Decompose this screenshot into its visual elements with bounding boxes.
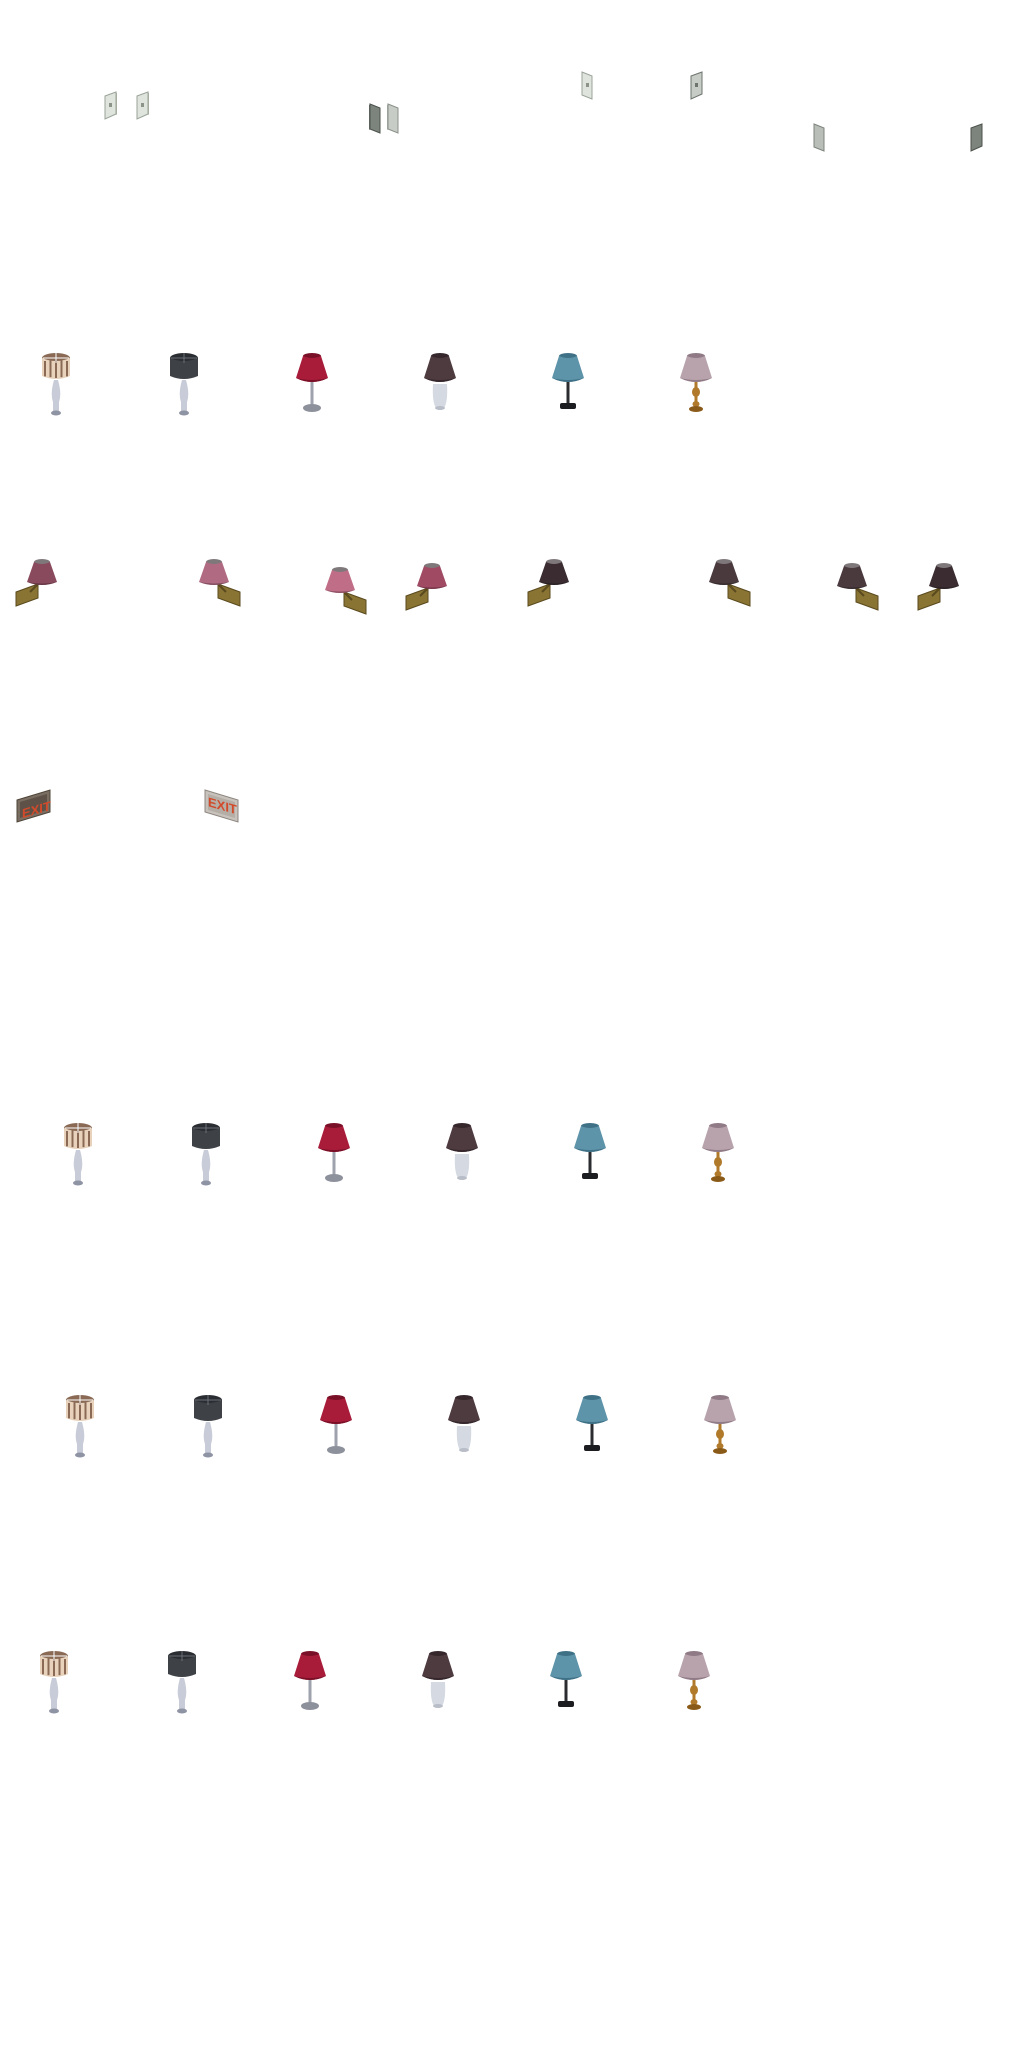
wall-sconce-sprite[interactable] [14,558,60,622]
table-lamp-sprite[interactable] [548,350,588,420]
table-lamp-icon [576,1395,608,1451]
light-switch-sprite[interactable] [386,103,400,134]
wall-sconce-sprite[interactable] [706,558,752,622]
exit-sign-sprite[interactable]: EXIT [204,789,240,826]
table-lamp-icon [318,1123,350,1182]
table-lamp-icon [194,1395,222,1458]
table-lamp-sprite[interactable] [676,350,716,420]
wall-sconce-icon [709,559,751,607]
table-lamp-sprite[interactable] [60,1392,100,1462]
table-lamp-sprite[interactable] [290,1648,330,1718]
table-lamp-sprite[interactable] [162,1648,202,1718]
table-lamp-icon [40,1651,68,1714]
wall-sconce-icon [15,559,57,607]
table-lamp-sprite[interactable] [58,1120,98,1190]
table-lamp-icon [320,1395,352,1454]
table-lamp-icon [66,1395,94,1458]
table-lamp-sprite[interactable] [572,1392,612,1462]
wall-sconce-icon [917,563,959,611]
table-lamp-sprite[interactable] [420,350,460,420]
table-lamp-sprite[interactable] [674,1648,714,1718]
light-switch-icon [104,91,117,120]
wall-sconce-sprite[interactable] [196,558,242,622]
table-lamp-icon [702,1123,734,1182]
table-lamp-icon [678,1651,710,1710]
light-switch-icon [369,103,381,134]
light-switch-sprite[interactable] [812,123,826,152]
wall-sconce-sprite[interactable] [916,562,962,626]
table-lamp-icon [424,353,456,410]
wall-sconce-sprite[interactable] [834,562,880,626]
table-lamp-icon [296,353,328,412]
table-lamp-icon [42,353,70,416]
wall-sconce-icon [325,567,367,615]
table-lamp-icon [168,1651,196,1714]
table-lamp-icon [64,1123,92,1186]
table-lamp-sprite[interactable] [570,1120,610,1190]
table-lamp-icon [680,353,712,412]
wall-sconce-icon [527,559,569,607]
exit-sign-icon: EXIT [204,789,239,823]
table-lamp-sprite[interactable] [444,1392,484,1462]
table-lamp-icon [704,1395,736,1454]
table-lamp-sprite[interactable] [442,1120,482,1190]
light-switch-sprite[interactable] [970,123,984,152]
light-switch-sprite[interactable] [136,91,150,120]
light-switch-icon [581,71,593,100]
wall-sconce-sprite[interactable] [322,566,368,630]
table-lamp-icon [192,1123,220,1186]
table-lamp-sprite[interactable] [292,350,332,420]
wall-sconce-icon [837,563,879,611]
light-switch-sprite[interactable] [580,71,594,100]
table-lamp-icon [446,1123,478,1180]
table-lamp-sprite[interactable] [546,1648,586,1718]
table-lamp-icon [552,353,584,409]
table-lamp-sprite[interactable] [34,1648,74,1718]
table-lamp-sprite[interactable] [418,1648,458,1718]
table-lamp-icon [550,1651,582,1707]
table-lamp-sprite[interactable] [164,350,204,420]
table-lamp-sprite[interactable] [698,1120,738,1190]
table-lamp-sprite[interactable] [188,1392,228,1462]
table-lamp-icon [574,1123,606,1179]
table-lamp-sprite[interactable] [186,1120,226,1190]
table-lamp-icon [294,1651,326,1710]
light-switch-icon [387,103,399,134]
light-switch-icon [136,91,149,120]
table-lamp-icon [170,353,198,416]
wall-sconce-sprite[interactable] [526,558,572,622]
wall-sconce-sprite[interactable] [404,562,450,626]
table-lamp-sprite[interactable] [316,1392,356,1462]
table-lamp-sprite[interactable] [700,1392,740,1462]
light-switch-icon [690,71,703,100]
table-lamp-icon [422,1651,454,1708]
table-lamp-sprite[interactable] [36,350,76,420]
light-switch-icon [813,123,825,152]
light-switch-sprite[interactable] [690,71,704,100]
light-switch-icon [970,123,983,152]
wall-sconce-icon [405,563,447,611]
light-switch-sprite[interactable] [104,91,118,120]
exit-sign-icon: EXIT [16,789,51,823]
light-switch-sprite[interactable] [368,103,382,134]
table-lamp-icon [448,1395,480,1452]
table-lamp-sprite[interactable] [314,1120,354,1190]
exit-sign-sprite[interactable]: EXIT [16,789,52,826]
wall-sconce-icon [199,559,241,607]
